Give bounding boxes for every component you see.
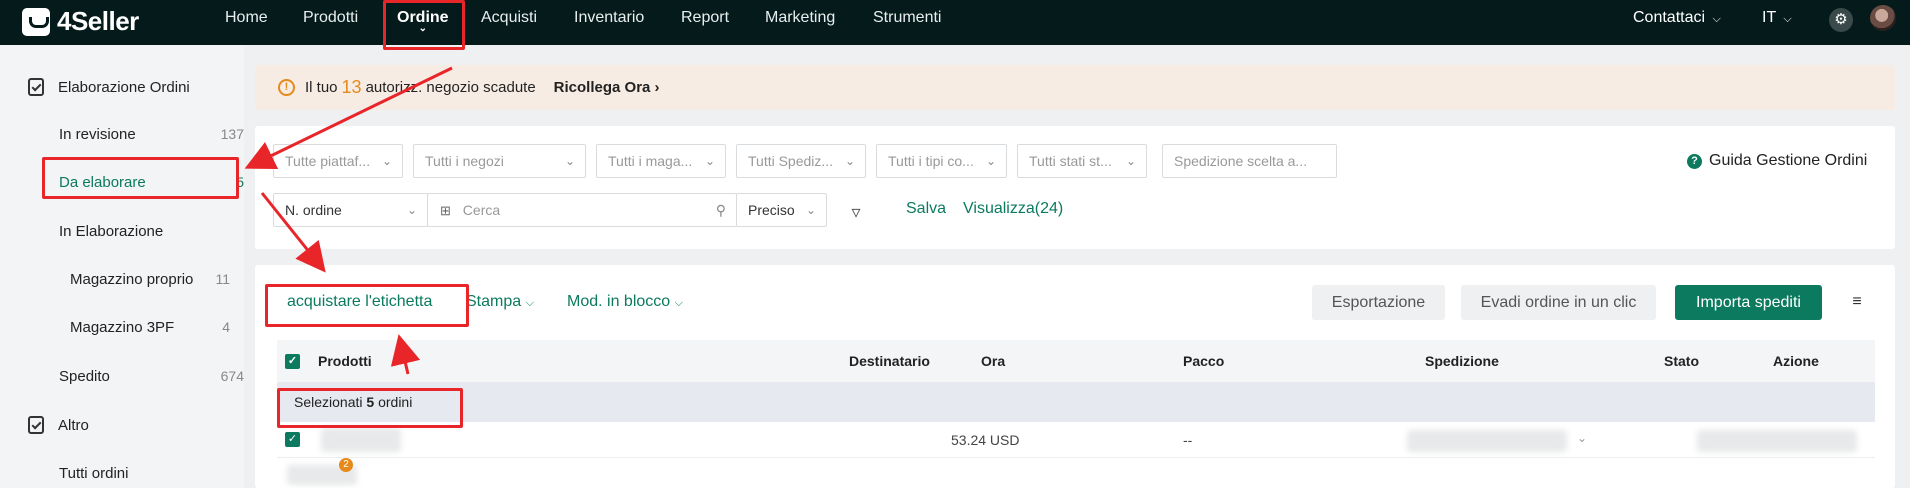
annotation-arrows [244, 66, 453, 375]
arrow-sidebar-to-buy [260, 192, 326, 273]
arrow-ordine-to-sidebar [244, 66, 453, 170]
arrow-selection-to-buy [390, 334, 421, 375]
